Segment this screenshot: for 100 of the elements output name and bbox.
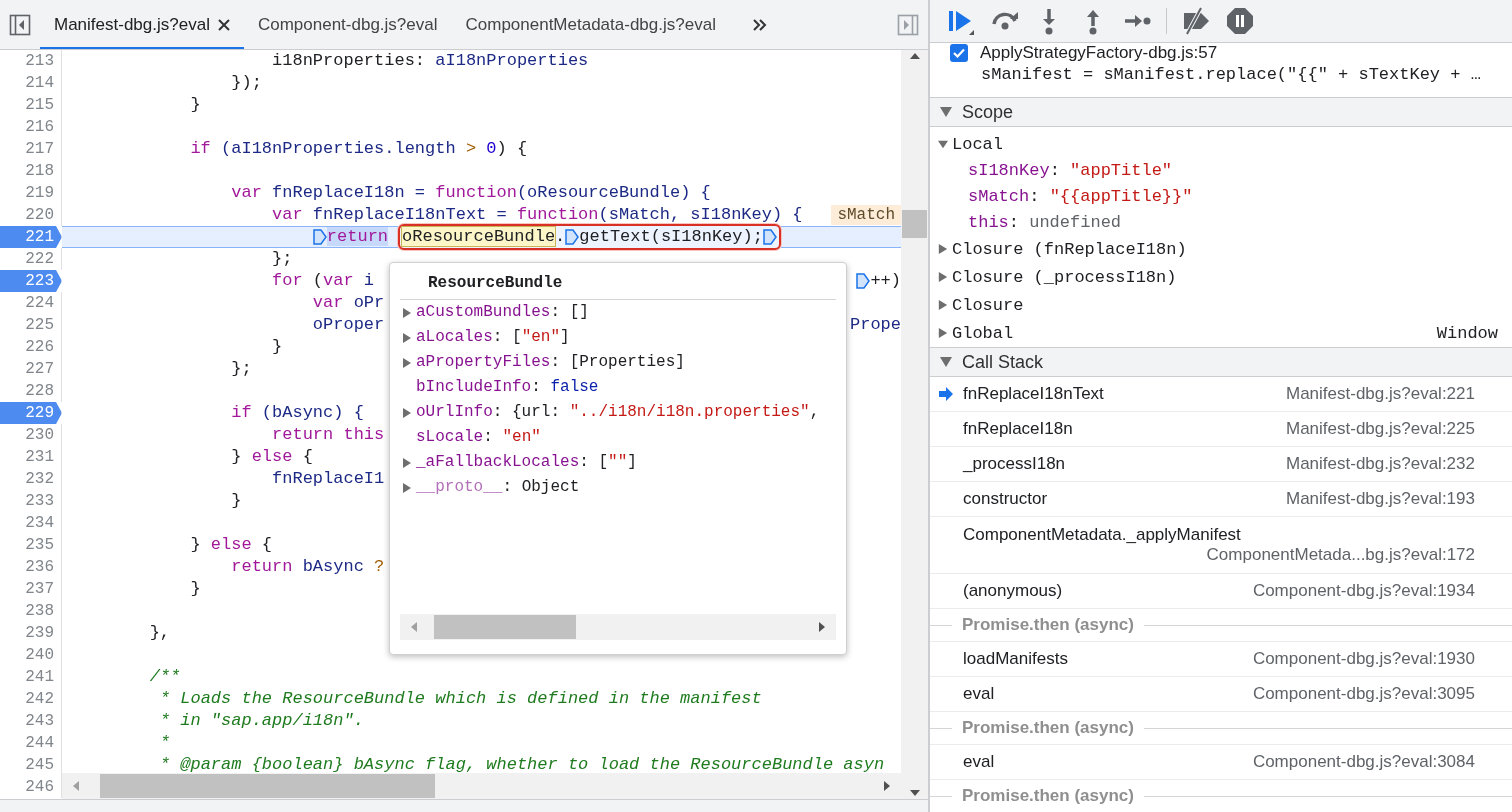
line-number: 242 [0, 688, 62, 710]
scrollbar-thumb[interactable] [902, 210, 927, 238]
sidebar-toggle-icon[interactable] [9, 13, 31, 36]
async-separator: Promise.then (async) [962, 615, 1134, 635]
breakpoint-marker-icon[interactable] [856, 272, 871, 290]
frame-name[interactable]: ComponentMetadata._applyManifest [963, 525, 1475, 545]
frame-name[interactable]: fnReplaceI18n [963, 419, 1073, 439]
expand-icon[interactable] [940, 107, 952, 117]
code-text: fnReplaceI1 [272, 468, 385, 490]
line-number: 226 [0, 336, 62, 358]
frame-location[interactable]: ComponentMetada...bg.js?eval:172 [1206, 545, 1475, 565]
line-number: 238 [0, 600, 62, 622]
expand-icon[interactable] [402, 406, 412, 419]
expand-icon[interactable] [940, 357, 952, 367]
expand-icon[interactable] [402, 481, 412, 494]
section-header[interactable]: Call Stack [930, 347, 1512, 377]
expand-icon[interactable] [938, 271, 948, 283]
property-text: _aFallbackLocales: [""] [416, 452, 637, 473]
horizontal-scrollbar[interactable] [400, 614, 836, 640]
expand-icon[interactable] [938, 299, 948, 311]
deactivate-breakpoints-icon[interactable] [1181, 6, 1211, 36]
close-icon[interactable] [217, 18, 230, 31]
code-text: } else { [231, 446, 313, 468]
line-number: 244 [0, 732, 62, 754]
property-text: oUrlInfo: {url: "../i18n/i18n.properties", [416, 402, 820, 423]
code-text: } [231, 490, 242, 512]
more-tabs-icon[interactable] [751, 17, 768, 32]
frame-name[interactable]: fnReplaceI18nText [963, 384, 1104, 404]
breakpoint-marker-icon[interactable] [565, 228, 580, 246]
async-separator: Promise.then (async) [962, 786, 1134, 806]
popup-title: ResourceBundle [400, 263, 836, 300]
file-tab[interactable]: ComponentMetadata-dbg.js?eval [451, 0, 730, 49]
breakpoint-marker-icon[interactable] [762, 228, 777, 246]
frame-name[interactable]: eval [963, 684, 995, 704]
expand-icon[interactable] [938, 327, 948, 339]
code-text: * [159, 732, 171, 754]
code-text: return [326, 226, 389, 248]
code-text: if (aI18nProperties.length > 0) { [190, 138, 528, 160]
code-text: if (bAsync) { [231, 402, 364, 424]
property-text: __proto__: Object [416, 477, 580, 498]
code-text: i18nProperties: aI18nProperties [272, 50, 589, 72]
horizontal-scrollbar[interactable] [62, 773, 901, 799]
scope-label[interactable]: Local [952, 134, 1003, 154]
checkbox[interactable] [950, 44, 968, 62]
panel-toggle-icon[interactable] [897, 13, 919, 36]
file-tab[interactable]: Manifest-dbg.js?eval [40, 0, 244, 49]
line-number: 224 [0, 292, 62, 314]
line-number: 237 [0, 578, 62, 600]
expand-icon[interactable] [938, 243, 948, 255]
frame-name[interactable]: constructor [963, 489, 1048, 509]
line-number: 215 [0, 94, 62, 116]
expand-icon[interactable] [402, 306, 412, 319]
property-text: sLocale: "en" [416, 427, 541, 448]
expand-icon[interactable] [402, 331, 412, 344]
code-text: } [190, 94, 201, 116]
frame-location[interactable]: Manifest-dbg.js?eval:232 [1286, 454, 1475, 474]
scope-label[interactable]: Closure (_processI18n) [952, 267, 1177, 287]
frame-name[interactable]: eval [963, 752, 995, 772]
breakpoint-label[interactable]: ApplyStrategyFactory-dbg.js:57 [980, 43, 1218, 63]
file-tab[interactable]: Component-dbg.js?eval [243, 0, 452, 49]
frame-location[interactable]: Component-dbg.js?eval:1930 [1252, 649, 1475, 669]
code-text: * Loads the ResourceBundle which is defined in the manifest [159, 688, 762, 710]
frame-location[interactable]: Component-dbg.js?eval:3084 [1252, 752, 1475, 772]
pause-icon[interactable] [1225, 6, 1255, 36]
frame-location[interactable]: Component-dbg.js?eval:3095 [1252, 684, 1475, 704]
code-text: var oPr [312, 292, 385, 314]
frame-location[interactable]: Manifest-dbg.js?eval:225 [1286, 419, 1475, 439]
scope-label[interactable]: Closure (fnReplaceI18n) [952, 239, 1187, 259]
scrollbar-thumb[interactable] [434, 615, 576, 639]
code-text: }; [231, 358, 252, 380]
code-text: * @param {boolean} bAsync flag, whether to load the ResourceBundle asyn [159, 754, 885, 776]
line-number: 225 [0, 314, 62, 336]
scope-label[interactable]: Global [952, 323, 1014, 343]
property-text: bIncludeInfo: false [416, 377, 599, 398]
property-text: aPropertyFiles: [Properties] [416, 352, 685, 373]
frame-location[interactable]: Component-dbg.js?eval:1934 [1252, 581, 1475, 601]
scrollbar-thumb[interactable] [100, 774, 435, 798]
frame-name[interactable]: loadManifests [963, 649, 1068, 669]
code-text: } [272, 336, 283, 358]
code-text: } [190, 578, 201, 600]
section-header[interactable]: Scope [930, 97, 1512, 127]
line-number: 234 [0, 512, 62, 534]
code-text: for (var i [272, 270, 375, 292]
line-number: 235 [0, 534, 62, 556]
code-text: } else { [190, 534, 273, 556]
expand-icon[interactable] [402, 356, 412, 369]
frame-name[interactable]: (anonymous) [963, 581, 1063, 601]
property-text: aCustomBundles: [] [416, 302, 589, 323]
expand-icon[interactable] [938, 138, 948, 150]
line-number: 243 [0, 710, 62, 732]
vertical-scrollbar[interactable] [901, 50, 928, 799]
line-number: 218 [0, 160, 62, 182]
expand-icon[interactable] [402, 456, 412, 469]
code-text: return this [272, 424, 385, 446]
scope-label[interactable]: Closure [952, 295, 1024, 315]
frame-location[interactable]: Manifest-dbg.js?eval:221 [1286, 384, 1475, 404]
frame-name[interactable]: _processI18n [963, 454, 1066, 474]
frame-location[interactable]: Manifest-dbg.js?eval:193 [1286, 489, 1475, 509]
line-number: 213 [0, 50, 62, 72]
code-text: /** [149, 666, 181, 688]
